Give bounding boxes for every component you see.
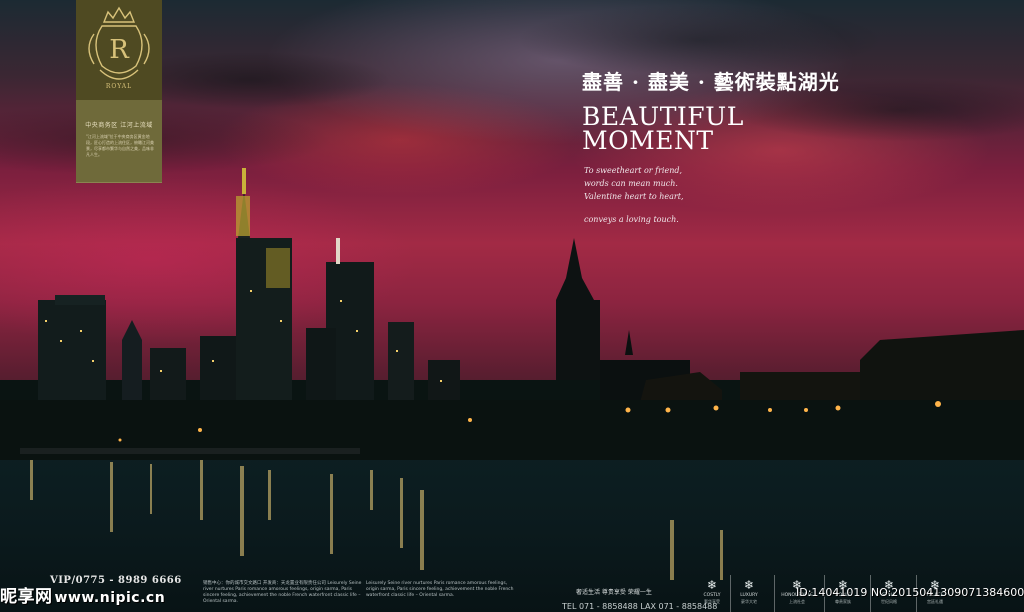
poem-line-1: To sweetheart or friend, xyxy=(584,166,683,175)
feature-sublabel: 宫廷礼遇 xyxy=(927,599,943,604)
royal-crest-icon: R ROYAL xyxy=(88,6,150,90)
watermark-brand: 昵享网 xyxy=(0,587,53,607)
feature-sublabel: 上流社会 xyxy=(789,599,805,604)
feature-sublabel: 世纪风格 xyxy=(881,599,897,604)
image-id-watermark: ID:14041019 NO:20150413090713846000 xyxy=(796,586,1024,599)
brand-logo-panel: R ROYAL 中央商务区 江河上流域 "江河上流域"位于中央商务区黄金地段，匠… xyxy=(76,0,162,183)
logo-crest-area: R ROYAL xyxy=(76,0,162,100)
feature-sublabel: 豪华大宅 xyxy=(741,599,757,604)
feature-sublabel: 尊贵家族 xyxy=(835,599,851,604)
feature-luxury: ❄ LUXURY 豪华大宅 xyxy=(730,575,767,612)
watermark-url: www.nipic.cn xyxy=(54,590,166,606)
description-text: Leisurely Seine river nurtures Paris rom… xyxy=(366,581,514,598)
water-reflections xyxy=(30,460,723,580)
snowflake-icon: ❄ xyxy=(706,578,718,592)
sales-info-text: 销售中心：你的城市交文路口 开发商：天龙置业有限责任公司 Leisurely S… xyxy=(203,581,362,604)
logo-subtitle: 中央商务区 江河上流域 xyxy=(85,122,153,129)
feature-sublabel: 奢华享受 xyxy=(704,599,720,604)
tagline: 奢适生活 尊贵享受 荣耀一生 xyxy=(576,589,652,596)
chinese-headline: 盡善 · 盡美 · 藝術裝點湖光 xyxy=(582,70,840,94)
logo-letter: R xyxy=(109,35,130,65)
logo-brand: ROYAL xyxy=(106,83,132,90)
poem-line-3: Valentine heart to heart, xyxy=(584,192,684,201)
watermark: 昵享网 www.nipic.cn xyxy=(0,582,165,607)
poem-line-4: conveys a loving touch. xyxy=(584,215,679,224)
logo-body-text: "江河上流域"位于中央商务区黄金地段，匠心打造的上流住区，俯瞰江河美景，尽享都市… xyxy=(86,134,154,157)
title-line-2: MOMENT xyxy=(582,126,714,155)
snowflake-icon: ❄ xyxy=(743,578,755,592)
poem-line-2: words can mean much. xyxy=(584,179,678,188)
feature-costly: ❄ COSTLY 奢华享受 xyxy=(694,575,730,612)
real-estate-poster: R ROYAL 中央商务区 江河上流域 "江河上流域"位于中央商务区黄金地段，匠… xyxy=(0,0,1024,612)
